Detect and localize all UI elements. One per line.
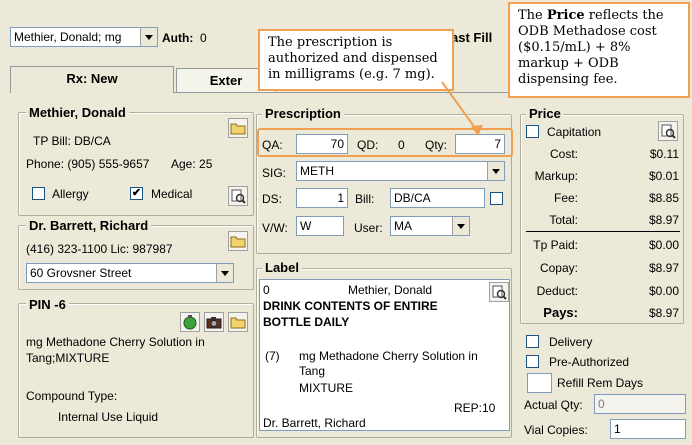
folder-icon[interactable] — [228, 312, 248, 332]
user-select[interactable]: MA — [390, 216, 470, 236]
doctor-address-select[interactable]: 60 Grovsner Street — [26, 263, 234, 283]
delivery-label: Delivery — [549, 335, 593, 349]
magnify-icon[interactable] — [658, 121, 678, 141]
chevron-down-icon[interactable] — [216, 264, 233, 282]
vw-input[interactable]: W — [296, 216, 344, 236]
patient-name: Methier, Donald — [26, 105, 129, 120]
label-drug-line2: Tang — [299, 364, 326, 378]
camera-icon[interactable] — [204, 312, 224, 332]
vw-label: V/W: — [262, 221, 288, 235]
label-line1-left: 0 — [263, 283, 270, 297]
label-drug-line1: mg Methadone Cherry Solution in — [299, 349, 478, 363]
callout-arrow — [441, 81, 483, 136]
label-preview: 0 Methier, Donald DRINK CONTENTS OF ENTI… — [259, 279, 510, 431]
pays-label: Pays: — [543, 305, 578, 320]
label-title: Label — [262, 260, 302, 275]
copay-value: $8.97 — [648, 261, 679, 275]
markup-value: $0.01 — [648, 169, 679, 183]
fee-value: $8.85 — [648, 191, 679, 205]
label-rep: REP:10 — [454, 401, 496, 415]
bill-label: Bill: — [355, 192, 375, 206]
label-drug-line3: MIXTURE — [299, 381, 353, 395]
sig-label: SIG: — [262, 166, 287, 180]
label-qty: (7) — [265, 349, 280, 363]
magnify-icon[interactable] — [489, 282, 509, 302]
tab-external-label: Exter — [209, 73, 243, 88]
medical-checkbox[interactable]: ✔ — [130, 187, 143, 200]
fee-label: Fee: — [553, 191, 578, 205]
deduct-label: Deduct: — [536, 284, 578, 298]
copay-label: Copay: — [539, 261, 578, 275]
label-patient: Methier, Donald — [348, 283, 433, 297]
pays-value: $8.97 — [648, 306, 679, 320]
markup-label: Markup: — [534, 169, 578, 183]
allergy-label: Allergy — [52, 187, 89, 201]
tab-rx-new-label: Rx: New — [66, 71, 118, 86]
tp-paid-value: $0.00 — [648, 238, 679, 252]
actual-qty-label: Actual Qty: — [524, 398, 583, 412]
folder-icon[interactable] — [228, 118, 248, 138]
patient-phone: Phone: (905) 555-9657 — [26, 157, 150, 171]
price-callout-bold: Price — [546, 8, 585, 23]
rx-window: Methier, Donald; mg Auth: 0 ast Fill Rx:… — [0, 0, 692, 445]
medical-label: Medical — [151, 187, 193, 201]
user-value: MA — [394, 219, 412, 233]
refill-rem-days-label: Refill Rem Days — [557, 376, 644, 390]
capitation-checkbox[interactable] — [526, 125, 539, 138]
sig-select[interactable]: METH — [296, 161, 505, 181]
cost-value: $0.11 — [649, 147, 679, 161]
sig-value: METH — [300, 164, 334, 178]
compound-type-label: Compound Type: — [26, 389, 118, 403]
delivery-checkbox[interactable] — [526, 335, 539, 348]
deduct-value: $0.00 — [648, 284, 679, 298]
pill-bottle-icon[interactable] — [180, 312, 200, 332]
doctor-name: Dr. Barrett, Richard — [26, 218, 152, 233]
ds-input[interactable]: 1 — [296, 188, 348, 208]
capitation-label: Capitation — [547, 125, 602, 139]
patient-tp-bill: TP Bill: DB/CA — [33, 134, 111, 148]
ds-label: DS: — [262, 192, 283, 206]
tab-rx-new[interactable]: Rx: New — [10, 66, 174, 93]
patient-select[interactable]: Methier, Donald; mg — [10, 27, 158, 47]
doctor-phone-lic: (416) 323-1100 Lic: 987987 — [26, 242, 173, 256]
vial-copies-label: Vial Copies: — [524, 423, 588, 437]
prescription-title: Prescription — [262, 106, 344, 121]
chevron-down-icon[interactable] — [452, 217, 469, 235]
auth-value: 0 — [200, 31, 207, 45]
refill-rem-days-input[interactable] — [527, 373, 552, 393]
chevron-down-icon[interactable] — [487, 162, 504, 180]
patient-age: Age: 25 — [171, 157, 213, 171]
chevron-down-icon[interactable] — [140, 28, 157, 46]
preauth-checkbox[interactable] — [526, 355, 539, 368]
bill-input[interactable]: DB/CA — [390, 188, 485, 208]
preauth-label: Pre-Authorized — [549, 355, 630, 369]
compound-type-value: Internal Use Liquid — [58, 410, 159, 424]
vial-copies-input[interactable]: 1 — [610, 419, 686, 439]
label-directions: DRINK CONTENTS OF ENTIRE BOTTLE DAILY — [263, 299, 438, 329]
total-label: Total: — [549, 213, 578, 227]
total-value: $8.97 — [648, 213, 679, 227]
cost-label: Cost: — [549, 147, 578, 161]
user-label: User: — [354, 221, 383, 235]
allergy-checkbox[interactable] — [32, 187, 45, 200]
actual-qty-input[interactable]: 0 — [594, 394, 686, 414]
price-title: Price — [526, 106, 564, 121]
label-doctor: Dr. Barrett, Richard — [263, 416, 366, 430]
last-fill-label: ast Fill — [451, 30, 493, 45]
tp-paid-label: Tp Paid: — [533, 238, 578, 252]
bill-checkbox[interactable] — [490, 192, 503, 205]
pin-drug: mg Methadone Cherry Solution in Tang;MIX… — [26, 335, 205, 365]
price-divider — [526, 231, 680, 232]
magnify-icon[interactable] — [228, 186, 248, 206]
price-callout: The Price reflects the ODB Methadose cos… — [508, 2, 690, 98]
patient-select-value: Methier, Donald; mg — [14, 30, 122, 44]
pin-title: PIN -6 — [26, 297, 69, 312]
folder-icon[interactable] — [228, 231, 248, 251]
price-callout-pre: The — [518, 8, 547, 23]
prescription-callout: The prescription is authorized and dispe… — [258, 29, 454, 91]
auth-label: Auth: — [162, 31, 194, 45]
doctor-address-value: 60 Grovsner Street — [30, 266, 132, 280]
